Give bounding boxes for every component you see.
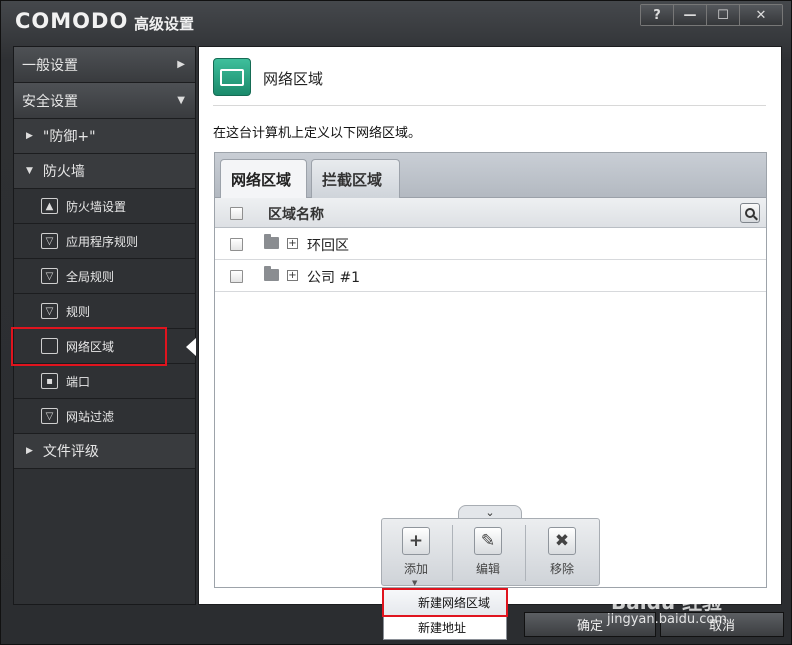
- monitor-icon: [41, 338, 58, 354]
- sidebar-item-label: 网络区域: [66, 339, 115, 354]
- zone-name: 环回区: [307, 238, 349, 254]
- page-title: 网络区域: [263, 70, 324, 88]
- help-icon[interactable]: ?: [641, 5, 674, 25]
- action-toolbar: + 添加 ▼ ✎ 编辑 ✖ 移除: [381, 518, 600, 587]
- zone-name: 公司 #1: [307, 270, 361, 286]
- sidebar-item-defense[interactable]: ▶ "防御+": [14, 119, 195, 154]
- sidebar-item-rules[interactable]: ▽ 规则: [14, 294, 195, 329]
- add-button[interactable]: + 添加: [386, 527, 446, 577]
- sidebar-item-label: 一般设置: [22, 57, 78, 74]
- sidebar-item-security[interactable]: 安全设置 ▼: [14, 83, 195, 119]
- sidebar: 一般设置 ▶ 安全设置 ▼ ▶ "防御+" ▼ 防火墙 ▲ 防火墙设置 ▽ 应用…: [11, 46, 196, 605]
- table-row[interactable]: + 公司 #1: [215, 260, 766, 292]
- plus-icon: +: [402, 527, 430, 555]
- divider: [213, 105, 766, 106]
- sidebar-item-label: "防御+": [42, 129, 96, 145]
- sidebar-item-label: 全局规则: [66, 269, 115, 284]
- minimize-icon[interactable]: —: [674, 5, 707, 25]
- collapse-arrow-icon: ▼: [26, 166, 33, 176]
- network-zones-icon: [213, 58, 251, 96]
- sidebar-item-label: 应用程序规则: [66, 234, 139, 249]
- active-pointer-icon: [186, 338, 196, 356]
- filter-icon: ▽: [41, 233, 58, 249]
- flame-icon: ▲: [41, 198, 58, 214]
- sidebar-item-general[interactable]: 一般设置 ▶: [14, 47, 195, 83]
- sidebar-item-file-rating[interactable]: ▶ 文件评级: [14, 434, 195, 469]
- filter-icon: ▽: [41, 303, 58, 319]
- tab-blocked-zones[interactable]: 拦截区域: [311, 159, 400, 198]
- sidebar-item-label: 安全设置: [22, 93, 78, 110]
- close-icon[interactable]: ✕: [740, 5, 782, 25]
- port-icon: ▪: [41, 373, 58, 389]
- search-icon: [745, 208, 755, 218]
- expand-icon[interactable]: +: [287, 270, 298, 281]
- sidebar-item-network-zones[interactable]: 网络区域: [14, 329, 195, 364]
- watermark-logo: Baidu 经验: [611, 590, 723, 614]
- remove-label: 移除: [549, 562, 574, 576]
- remove-button[interactable]: ✖ 移除: [532, 527, 592, 577]
- menu-highlight: [382, 588, 508, 617]
- remove-icon: ✖: [548, 527, 576, 555]
- chevron-right-icon: ▶: [177, 59, 185, 70]
- expand-arrow-icon: ▶: [26, 131, 33, 141]
- folder-icon: [264, 266, 279, 281]
- table-header: 区域名称: [215, 198, 766, 228]
- row-checkbox[interactable]: [230, 270, 243, 283]
- tab-strip: 网络区域 拦截区域: [215, 153, 766, 199]
- table-row[interactable]: + 环回区: [215, 228, 766, 260]
- maximize-icon[interactable]: ☐: [707, 5, 740, 25]
- add-label: 添加: [403, 562, 428, 576]
- monitor-filter-icon: ▽: [41, 268, 58, 284]
- sidebar-item-label: 文件评级: [42, 444, 99, 460]
- sidebar-item-label: 规则: [66, 304, 91, 319]
- watermark-url: jingyan.baidu.com: [607, 612, 727, 627]
- row-checkbox[interactable]: [230, 238, 243, 251]
- edit-label: 编辑: [475, 562, 500, 576]
- sidebar-item-ports[interactable]: ▪ 端口: [14, 364, 195, 399]
- folder-icon: [264, 234, 279, 249]
- window-title: 高级设置: [134, 15, 195, 33]
- toolbar-divider: [452, 525, 453, 581]
- filter-icon: ▽: [41, 408, 58, 424]
- add-dropdown-menu: 新建网络区域 新建地址: [382, 588, 508, 640]
- sidebar-item-label: 网站过滤: [66, 409, 115, 424]
- sidebar-item-firewall-settings[interactable]: ▲ 防火墙设置: [14, 189, 195, 224]
- edit-button[interactable]: ✎ 编辑: [458, 527, 518, 577]
- sidebar-item-global-rules[interactable]: ▽ 全局规则: [14, 259, 195, 294]
- sidebar-item-label: 端口: [66, 374, 91, 389]
- toolbar-divider: [525, 525, 526, 581]
- menu-item-new-address[interactable]: 新建地址: [384, 615, 506, 640]
- sidebar-item-website-filter[interactable]: ▽ 网站过滤: [14, 399, 195, 434]
- sidebar-item-label: 防火墙: [42, 164, 85, 180]
- dropdown-caret-icon: ▼: [412, 579, 418, 587]
- search-button[interactable]: [740, 203, 760, 223]
- page-description: 在这台计算机上定义以下网络区域。: [213, 126, 422, 141]
- title-bar: COMODO 高级设置 ? — ☐ ✕: [1, 1, 791, 41]
- sidebar-item-application-rules[interactable]: ▽ 应用程序规则: [14, 224, 195, 259]
- tab-network-zones[interactable]: 网络区域: [220, 159, 307, 199]
- sidebar-item-label: 防火墙设置: [66, 199, 127, 214]
- column-header-zone-name[interactable]: 区域名称: [268, 204, 324, 224]
- advanced-settings-window: COMODO 高级设置 ? — ☐ ✕ 一般设置 ▶ 安全设置 ▼ ▶ "防御+…: [0, 0, 792, 645]
- comodo-logo: COMODO: [15, 9, 129, 33]
- sidebar-item-firewall[interactable]: ▼ 防火墙: [14, 154, 195, 189]
- pencil-icon: ✎: [474, 527, 502, 555]
- window-controls: ? — ☐ ✕: [640, 4, 783, 26]
- expand-icon[interactable]: +: [287, 238, 298, 249]
- expand-arrow-icon: ▶: [26, 446, 33, 456]
- select-all-checkbox[interactable]: [230, 207, 243, 220]
- chevron-down-icon: ▼: [177, 95, 185, 106]
